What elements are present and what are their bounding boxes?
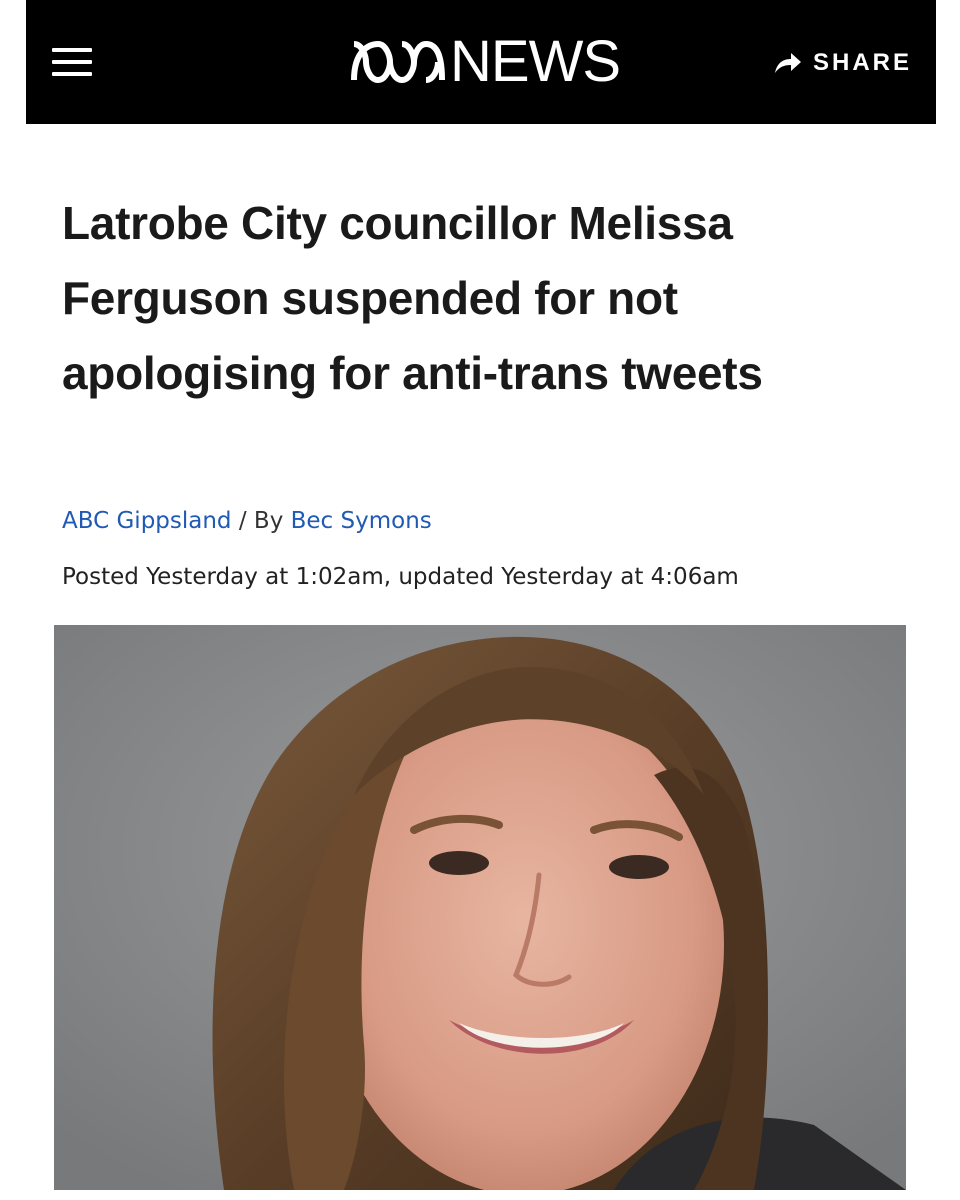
menu-icon[interactable]: [52, 44, 96, 82]
byline-separator: / By: [238, 508, 284, 534]
portrait-image: [54, 625, 906, 1190]
site-header: NEWS SHARE: [26, 0, 936, 124]
share-label: SHARE: [812, 49, 912, 76]
brand-text: NEWS: [450, 29, 621, 94]
share-arrow-icon: [774, 53, 801, 73]
share-button[interactable]: SHARE: [773, 46, 912, 80]
posted-timestamp: Posted Yesterday at 1:02am, updated Yest…: [62, 564, 739, 590]
source-link[interactable]: ABC Gippsland: [62, 508, 232, 534]
byline: ABC Gippsland / By Bec Symons: [62, 508, 432, 534]
abc-news-logo[interactable]: NEWS: [350, 29, 621, 94]
abc-logo-icon: [351, 40, 445, 84]
article-photo: [54, 625, 906, 1190]
author-link[interactable]: Bec Symons: [291, 508, 432, 534]
article-headline: Latrobe City councillor Melissa Ferguson…: [62, 197, 763, 399]
